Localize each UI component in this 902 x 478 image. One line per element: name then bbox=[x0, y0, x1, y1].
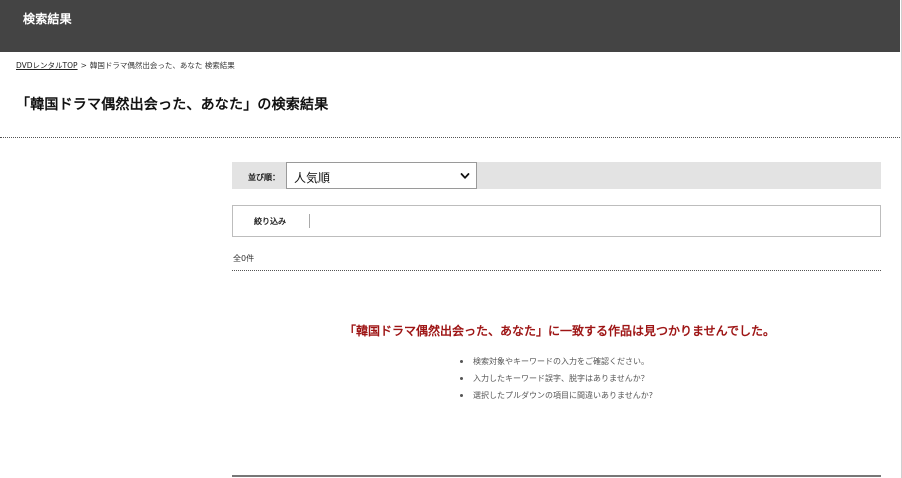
sort-bar: 並び順： 人気順 bbox=[232, 162, 881, 189]
filter-box: 絞り込み bbox=[232, 205, 881, 237]
no-results-message: 「韓国ドラマ偶然出会った、あなた」に一致する作品は見つかりませんでした。 bbox=[344, 324, 776, 338]
sort-select-value: 人気順 bbox=[294, 171, 331, 185]
breadcrumb: DVDレンタルTOP > 韓国ドラマ偶然出会った、あなた 検索結果 bbox=[16, 60, 235, 71]
header-bar: 検索結果 bbox=[0, 0, 900, 52]
filter-button[interactable]: 絞り込み bbox=[254, 216, 286, 227]
bullet-icon bbox=[460, 394, 463, 397]
hint-item: 検索対象やキーワードの入力をご確認ください。 bbox=[459, 356, 653, 373]
hint-text: 検索対象やキーワードの入力をご確認ください。 bbox=[473, 357, 649, 366]
hint-list: 検索対象やキーワードの入力をご確認ください。 入力したキーワード誤字、脱字はあり… bbox=[459, 356, 653, 407]
sort-select[interactable]: 人気順 bbox=[286, 162, 477, 189]
title-divider bbox=[0, 137, 900, 138]
bullet-icon bbox=[460, 360, 463, 363]
page-title: 「韓国ドラマ偶然出会った、あなた」の検索結果 bbox=[16, 97, 329, 113]
bullet-icon bbox=[460, 377, 463, 380]
breadcrumb-separator: > bbox=[80, 61, 87, 70]
filter-divider bbox=[309, 214, 310, 228]
breadcrumb-current: 韓国ドラマ偶然出会った、あなた 検索結果 bbox=[89, 61, 235, 70]
hint-text: 入力したキーワード誤字、脱字はありませんか？ bbox=[473, 374, 649, 383]
hint-item: 入力したキーワード誤字、脱字はありませんか？ bbox=[459, 373, 653, 390]
hint-item: 選択したプルダウンの項目に間違いありませんか? bbox=[459, 390, 653, 407]
hint-text: 選択したプルダウンの項目に間違いありませんか? bbox=[473, 391, 654, 400]
result-count: 全0件 bbox=[233, 254, 255, 263]
header-title: 検索結果 bbox=[23, 12, 72, 26]
bottom-divider bbox=[232, 475, 881, 477]
page: 検索結果 DVDレンタルTOP > 韓国ドラマ偶然出会った、あなた 検索結果 「韓国… bbox=[0, 0, 902, 478]
chevron-down-icon bbox=[460, 173, 470, 179]
sort-label: 並び順： bbox=[248, 173, 280, 182]
breadcrumb-home-link[interactable]: DVDレンタルTOP bbox=[16, 61, 78, 70]
count-divider bbox=[232, 270, 881, 271]
